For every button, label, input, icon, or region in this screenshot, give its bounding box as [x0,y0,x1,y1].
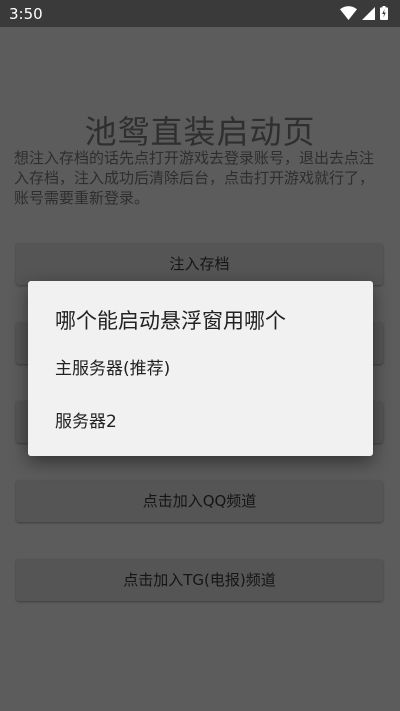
join-qq-channel-button[interactable]: 点击加入QQ频道 [16,480,383,522]
status-bar: 3:50 [0,0,400,27]
wifi-icon [340,6,357,20]
instructions-text: 想注入存档的话先点打开游戏去登录账号，退出去点注入存档，注入成功后清除后台，点击… [14,149,375,207]
inject-save-button[interactable]: 注入存档 [16,243,383,285]
server-select-dialog: 哪个能启动悬浮窗用哪个 主服务器(推荐) 服务器2 [28,281,373,456]
cellular-signal-icon [362,6,375,20]
page-title: 池鸳直装启动页 [84,113,316,151]
option-main-server[interactable]: 主服务器(推荐) [28,347,373,391]
status-icons [340,6,388,20]
join-tg-channel-button[interactable]: 点击加入TG(电报)频道 [16,559,383,601]
battery-charging-icon [380,6,388,20]
status-time: 3:50 [9,5,43,23]
option-server-2[interactable]: 服务器2 [28,400,373,444]
dialog-title: 哪个能启动悬浮窗用哪个 [55,309,286,333]
